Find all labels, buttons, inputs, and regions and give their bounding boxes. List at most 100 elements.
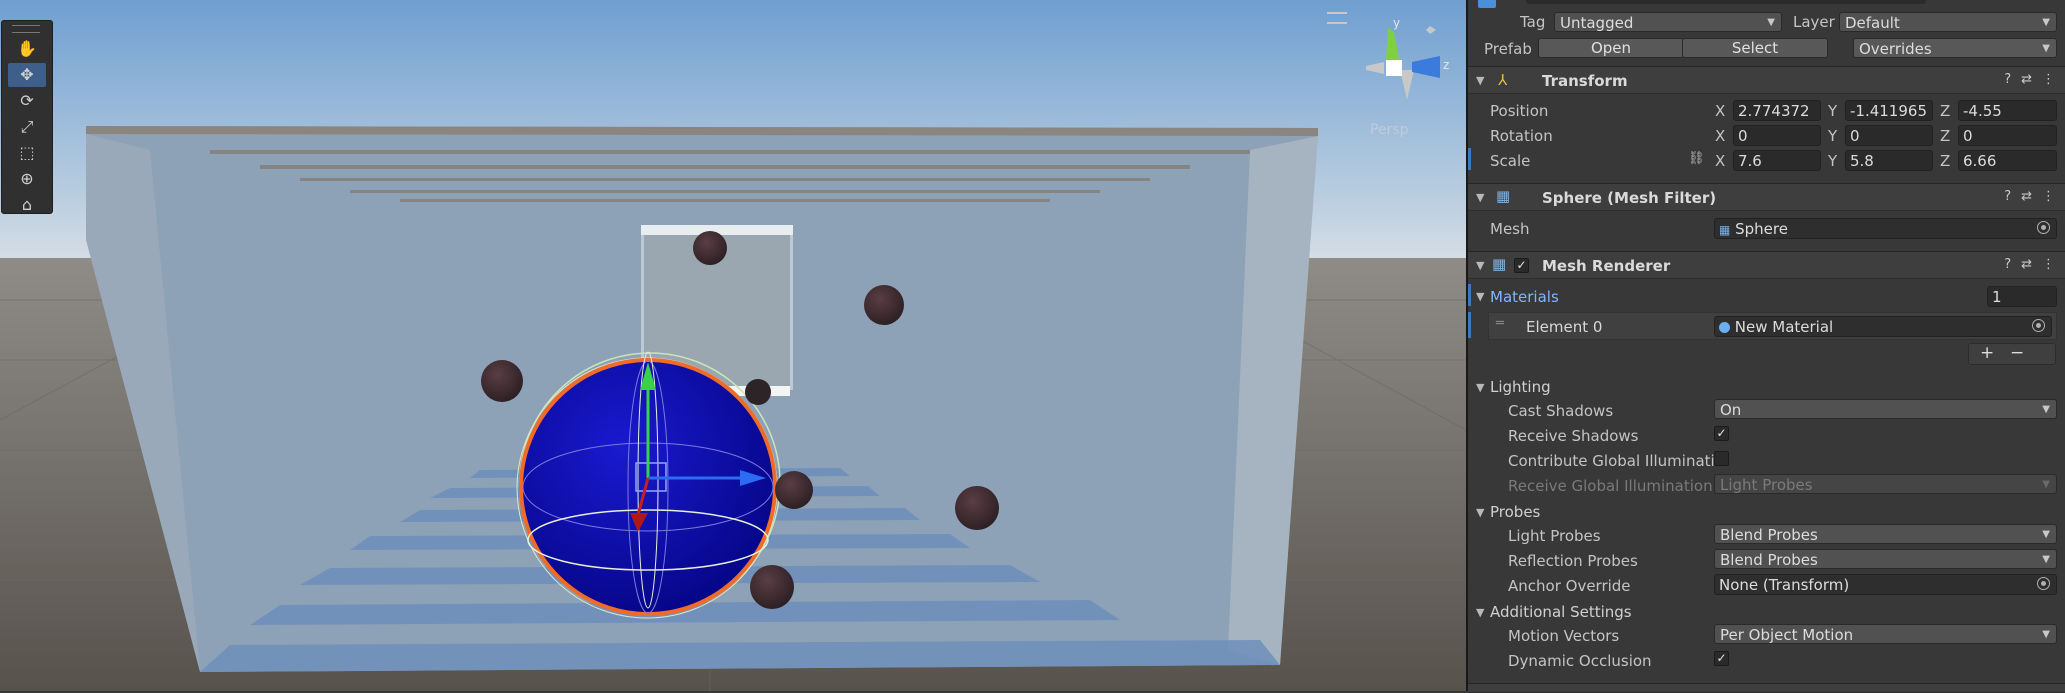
motion-vectors-dropdown[interactable]: Per Object Motion ▼: [1714, 624, 2057, 644]
scale-z-field[interactable]: 6.66: [1958, 150, 2057, 171]
object-picker-icon[interactable]: [2037, 221, 2050, 234]
probes-label[interactable]: Probes: [1490, 503, 1540, 521]
additional-settings-label[interactable]: Additional Settings: [1490, 603, 1632, 621]
dynamic-occlusion-checkbox[interactable]: ✓: [1714, 651, 1729, 666]
lighting-label[interactable]: Lighting: [1490, 378, 1551, 396]
foldout-arrow-icon[interactable]: ▼: [1476, 290, 1484, 303]
more-menu-icon[interactable]: ⋮: [2042, 189, 2055, 204]
foldout-arrow-icon[interactable]: ▼: [1476, 381, 1484, 394]
toolbar-grip[interactable]: [12, 25, 40, 33]
drag-handle-icon[interactable]: ═: [1496, 316, 1504, 331]
mesh-renderer-enabled-checkbox[interactable]: ✓: [1514, 258, 1529, 273]
scale-tool-icon[interactable]: ⤢: [8, 115, 46, 139]
prefab-select-button[interactable]: Select: [1682, 38, 1828, 58]
foldout-arrow-icon[interactable]: ▼: [1476, 506, 1484, 519]
scale-y-field[interactable]: 5.8: [1845, 150, 1933, 171]
layer-value: Default: [1845, 14, 1900, 32]
foldout-arrow-icon[interactable]: ▼: [1476, 74, 1484, 87]
chevron-down-icon: ▼: [2042, 529, 2050, 540]
hand-tool-icon[interactable]: ✋: [8, 37, 46, 61]
help-icon[interactable]: ?: [2004, 72, 2011, 87]
transform-tool-icon[interactable]: ⊕: [8, 167, 46, 191]
layer-dropdown[interactable]: Default ▼: [1839, 12, 2057, 32]
material-icon: [1719, 322, 1730, 333]
chevron-down-icon: ▼: [2042, 17, 2050, 28]
scale-x-axis[interactable]: X: [1715, 152, 1725, 170]
object-picker-icon[interactable]: [2032, 319, 2045, 332]
rotation-y-field[interactable]: 0: [1845, 125, 1933, 146]
component-header-icons: ? ⇄ ⋮: [1994, 189, 2055, 204]
anchor-override-value: None (Transform): [1719, 576, 1850, 594]
rotation-z-field[interactable]: 0: [1958, 125, 2057, 146]
rotate-tool-icon[interactable]: ⟳: [8, 89, 46, 113]
prefab-overrides-dropdown[interactable]: Overrides ▼: [1853, 38, 2057, 58]
position-x-axis[interactable]: X: [1715, 102, 1725, 120]
foldout-arrow-icon[interactable]: ▼: [1476, 606, 1484, 619]
inspector-panel: Tag Untagged ▼ Layer Default ▼ Prefab Open…: [1468, 0, 2065, 693]
materials-count-field[interactable]: 1: [1987, 286, 2057, 307]
custom-tool-icon[interactable]: ⌂: [8, 193, 46, 217]
mesh-object-field[interactable]: ▦ Sphere: [1714, 218, 2057, 239]
scene-menu-icon[interactable]: [1327, 12, 1347, 24]
scale-z-axis[interactable]: Z: [1940, 152, 1950, 170]
scale-y-axis[interactable]: Y: [1828, 152, 1837, 170]
rotation-x-field[interactable]: 0: [1733, 125, 1821, 146]
chevron-down-icon: ▼: [2042, 43, 2050, 54]
mesh-renderer-title: Mesh Renderer: [1542, 257, 1671, 275]
scene-view[interactable]: ✋ ✥ ⟳ ⤢ ⬚ ⊕ ⌂ y z Persp: [0, 0, 1466, 691]
move-tool-icon[interactable]: ✥: [8, 63, 46, 87]
add-element-button[interactable]: +: [1980, 343, 1994, 363]
help-icon[interactable]: ?: [2004, 189, 2011, 204]
rotation-z-axis[interactable]: Z: [1940, 127, 1950, 145]
scale-x-field[interactable]: 7.6: [1733, 150, 1821, 171]
help-icon[interactable]: ?: [2004, 257, 2011, 272]
chevron-down-icon: ▼: [2042, 479, 2050, 490]
foldout-arrow-icon[interactable]: ▼: [1476, 191, 1484, 204]
constrain-proportions-icon[interactable]: ⛓: [1688, 151, 1705, 166]
materials-label[interactable]: Materials: [1490, 288, 1559, 306]
position-y-field[interactable]: -1.411965: [1845, 100, 1933, 121]
position-z-field[interactable]: -4.55: [1958, 100, 2057, 121]
chevron-down-icon: ▼: [2042, 404, 2050, 415]
presets-icon[interactable]: ⇄: [2021, 257, 2032, 272]
remove-element-button[interactable]: −: [2010, 343, 2024, 363]
contribute-gi-checkbox[interactable]: [1714, 451, 1729, 466]
cast-shadows-label: Cast Shadows: [1508, 402, 1614, 420]
reflection-probes-label: Reflection Probes: [1508, 552, 1638, 570]
name-field[interactable]: [1526, 0, 1926, 4]
cast-shadows-dropdown[interactable]: On ▼: [1714, 399, 2057, 419]
mesh-renderer-header[interactable]: ▼ ▦ ✓ Mesh Renderer ? ⇄ ⋮: [1468, 251, 2065, 279]
position-z-axis[interactable]: Z: [1940, 102, 1950, 120]
light-probes-value: Blend Probes: [1720, 526, 1818, 544]
more-menu-icon[interactable]: ⋮: [2042, 257, 2055, 272]
position-x-field[interactable]: 2.774372: [1733, 100, 1821, 121]
rect-tool-icon[interactable]: ⬚: [8, 141, 46, 165]
material-object-field[interactable]: New Material: [1714, 316, 2052, 337]
anchor-override-field[interactable]: None (Transform): [1714, 574, 2057, 595]
foldout-arrow-icon[interactable]: ▼: [1476, 259, 1484, 272]
mesh-filter-header[interactable]: ▼ ▦ Sphere (Mesh Filter) ? ⇄ ⋮: [1468, 183, 2065, 211]
mesh-icon: ▦: [1719, 223, 1731, 237]
component-header-icons: ? ⇄ ⋮: [1994, 72, 2055, 87]
transform-header[interactable]: ▼ ⅄ Transform ? ⇄ ⋮: [1468, 66, 2065, 94]
rotation-y-axis[interactable]: Y: [1828, 127, 1837, 145]
tag-dropdown[interactable]: Untagged ▼: [1554, 12, 1782, 32]
component-header-icons: ? ⇄ ⋮: [1994, 257, 2055, 272]
gizmo-axis-z: z: [1443, 58, 1450, 72]
view-mode-label[interactable]: Persp: [1370, 122, 1409, 138]
prefab-open-button[interactable]: Open: [1538, 38, 1684, 58]
scene-render[interactable]: [0, 0, 1466, 691]
mesh-label: Mesh: [1490, 220, 1530, 238]
reflection-probes-dropdown[interactable]: Blend Probes ▼: [1714, 549, 2057, 569]
transform-icon: ⅄: [1498, 71, 1508, 89]
rotation-x-axis[interactable]: X: [1715, 127, 1725, 145]
light-probes-dropdown[interactable]: Blend Probes ▼: [1714, 524, 2057, 544]
receive-shadows-checkbox[interactable]: ✓: [1714, 426, 1729, 441]
object-picker-icon[interactable]: [2037, 577, 2050, 590]
scene-toolbar: ✋ ✥ ⟳ ⤢ ⬚ ⊕ ⌂: [1, 20, 53, 214]
position-y-axis[interactable]: Y: [1828, 102, 1837, 120]
presets-icon[interactable]: ⇄: [2021, 72, 2032, 87]
presets-icon[interactable]: ⇄: [2021, 189, 2032, 204]
more-menu-icon[interactable]: ⋮: [2042, 72, 2055, 87]
next-component-header[interactable]: [1468, 683, 2065, 693]
